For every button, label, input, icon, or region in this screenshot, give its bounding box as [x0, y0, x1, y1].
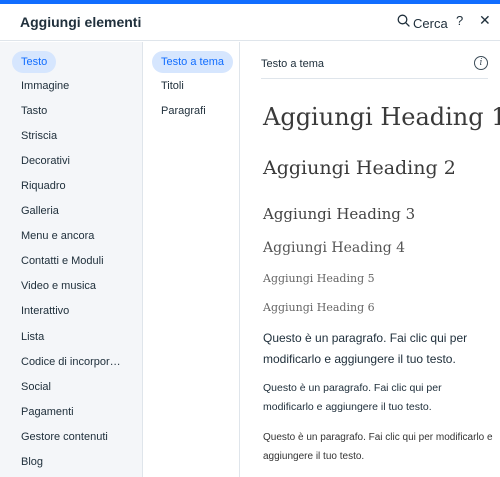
category-striscia[interactable]: Striscia	[12, 125, 66, 147]
panel-header: Aggiungi elementi Cerca ? ✕	[0, 4, 500, 41]
category-gestore-contenuti[interactable]: Gestore contenuti	[12, 426, 117, 448]
heading-4-preset[interactable]: Aggiungi Heading 4	[263, 240, 405, 256]
subcategory-list: Testo a tema Titoli Paragrafi	[143, 42, 240, 477]
category-menu-e-ancora[interactable]: Menu e ancora	[12, 225, 103, 247]
category-contatti-e-moduli[interactable]: Contatti e Moduli	[12, 250, 113, 272]
category-immagine[interactable]: Immagine	[12, 75, 78, 97]
search-label: Cerca	[413, 15, 448, 31]
search-button[interactable]: Cerca	[397, 13, 448, 33]
category-blog[interactable]: Blog	[12, 451, 52, 473]
category-riquadro[interactable]: Riquadro	[12, 175, 75, 197]
paragraph-1-preset[interactable]: Questo è un paragrafo. Fai clic qui per …	[263, 328, 495, 370]
panel-title: Aggiungi elementi	[20, 14, 142, 30]
paragraph-3-preset[interactable]: Questo è un paragrafo. Fai clic qui per …	[263, 428, 495, 466]
paragraph-2-preset[interactable]: Questo è un paragrafo. Fai clic qui per …	[263, 379, 495, 417]
category-tasto[interactable]: Tasto	[12, 100, 56, 122]
subcategory-testo-a-tema[interactable]: Testo a tema	[152, 51, 233, 73]
search-icon	[397, 14, 410, 32]
subcategory-titoli[interactable]: Titoli	[152, 75, 193, 97]
elements-panel: Testo a tema i Aggiungi Heading 1 Aggiun…	[241, 42, 500, 477]
help-icon[interactable]: ?	[456, 13, 463, 28]
heading-6-preset[interactable]: Aggiungi Heading 6	[263, 301, 375, 314]
close-icon[interactable]: ✕	[479, 12, 491, 29]
category-video-e-musica[interactable]: Video e musica	[12, 275, 105, 297]
heading-5-preset[interactable]: Aggiungi Heading 5	[263, 272, 375, 285]
category-codice-di-incorporamento[interactable]: Codice di incorpor…	[12, 351, 130, 373]
info-icon[interactable]: i	[474, 56, 488, 70]
category-interattivo[interactable]: Interattivo	[12, 300, 78, 322]
section-title: Testo a tema	[261, 58, 324, 70]
category-pagamenti[interactable]: Pagamenti	[12, 401, 83, 423]
category-social[interactable]: Social	[12, 376, 60, 398]
heading-3-preset[interactable]: Aggiungi Heading 3	[263, 205, 415, 223]
subcategory-paragrafi[interactable]: Paragrafi	[152, 100, 215, 122]
heading-2-preset[interactable]: Aggiungi Heading 2	[263, 157, 456, 179]
heading-1-preset[interactable]: Aggiungi Heading 1	[263, 103, 500, 131]
category-decorativi[interactable]: Decorativi	[12, 150, 79, 172]
category-lista[interactable]: Lista	[12, 326, 53, 348]
section-divider	[261, 78, 488, 79]
category-sidebar: Testo Immagine Tasto Striscia Decorativi…	[0, 42, 143, 477]
category-galleria[interactable]: Galleria	[12, 200, 68, 222]
category-testo[interactable]: Testo	[12, 51, 57, 73]
